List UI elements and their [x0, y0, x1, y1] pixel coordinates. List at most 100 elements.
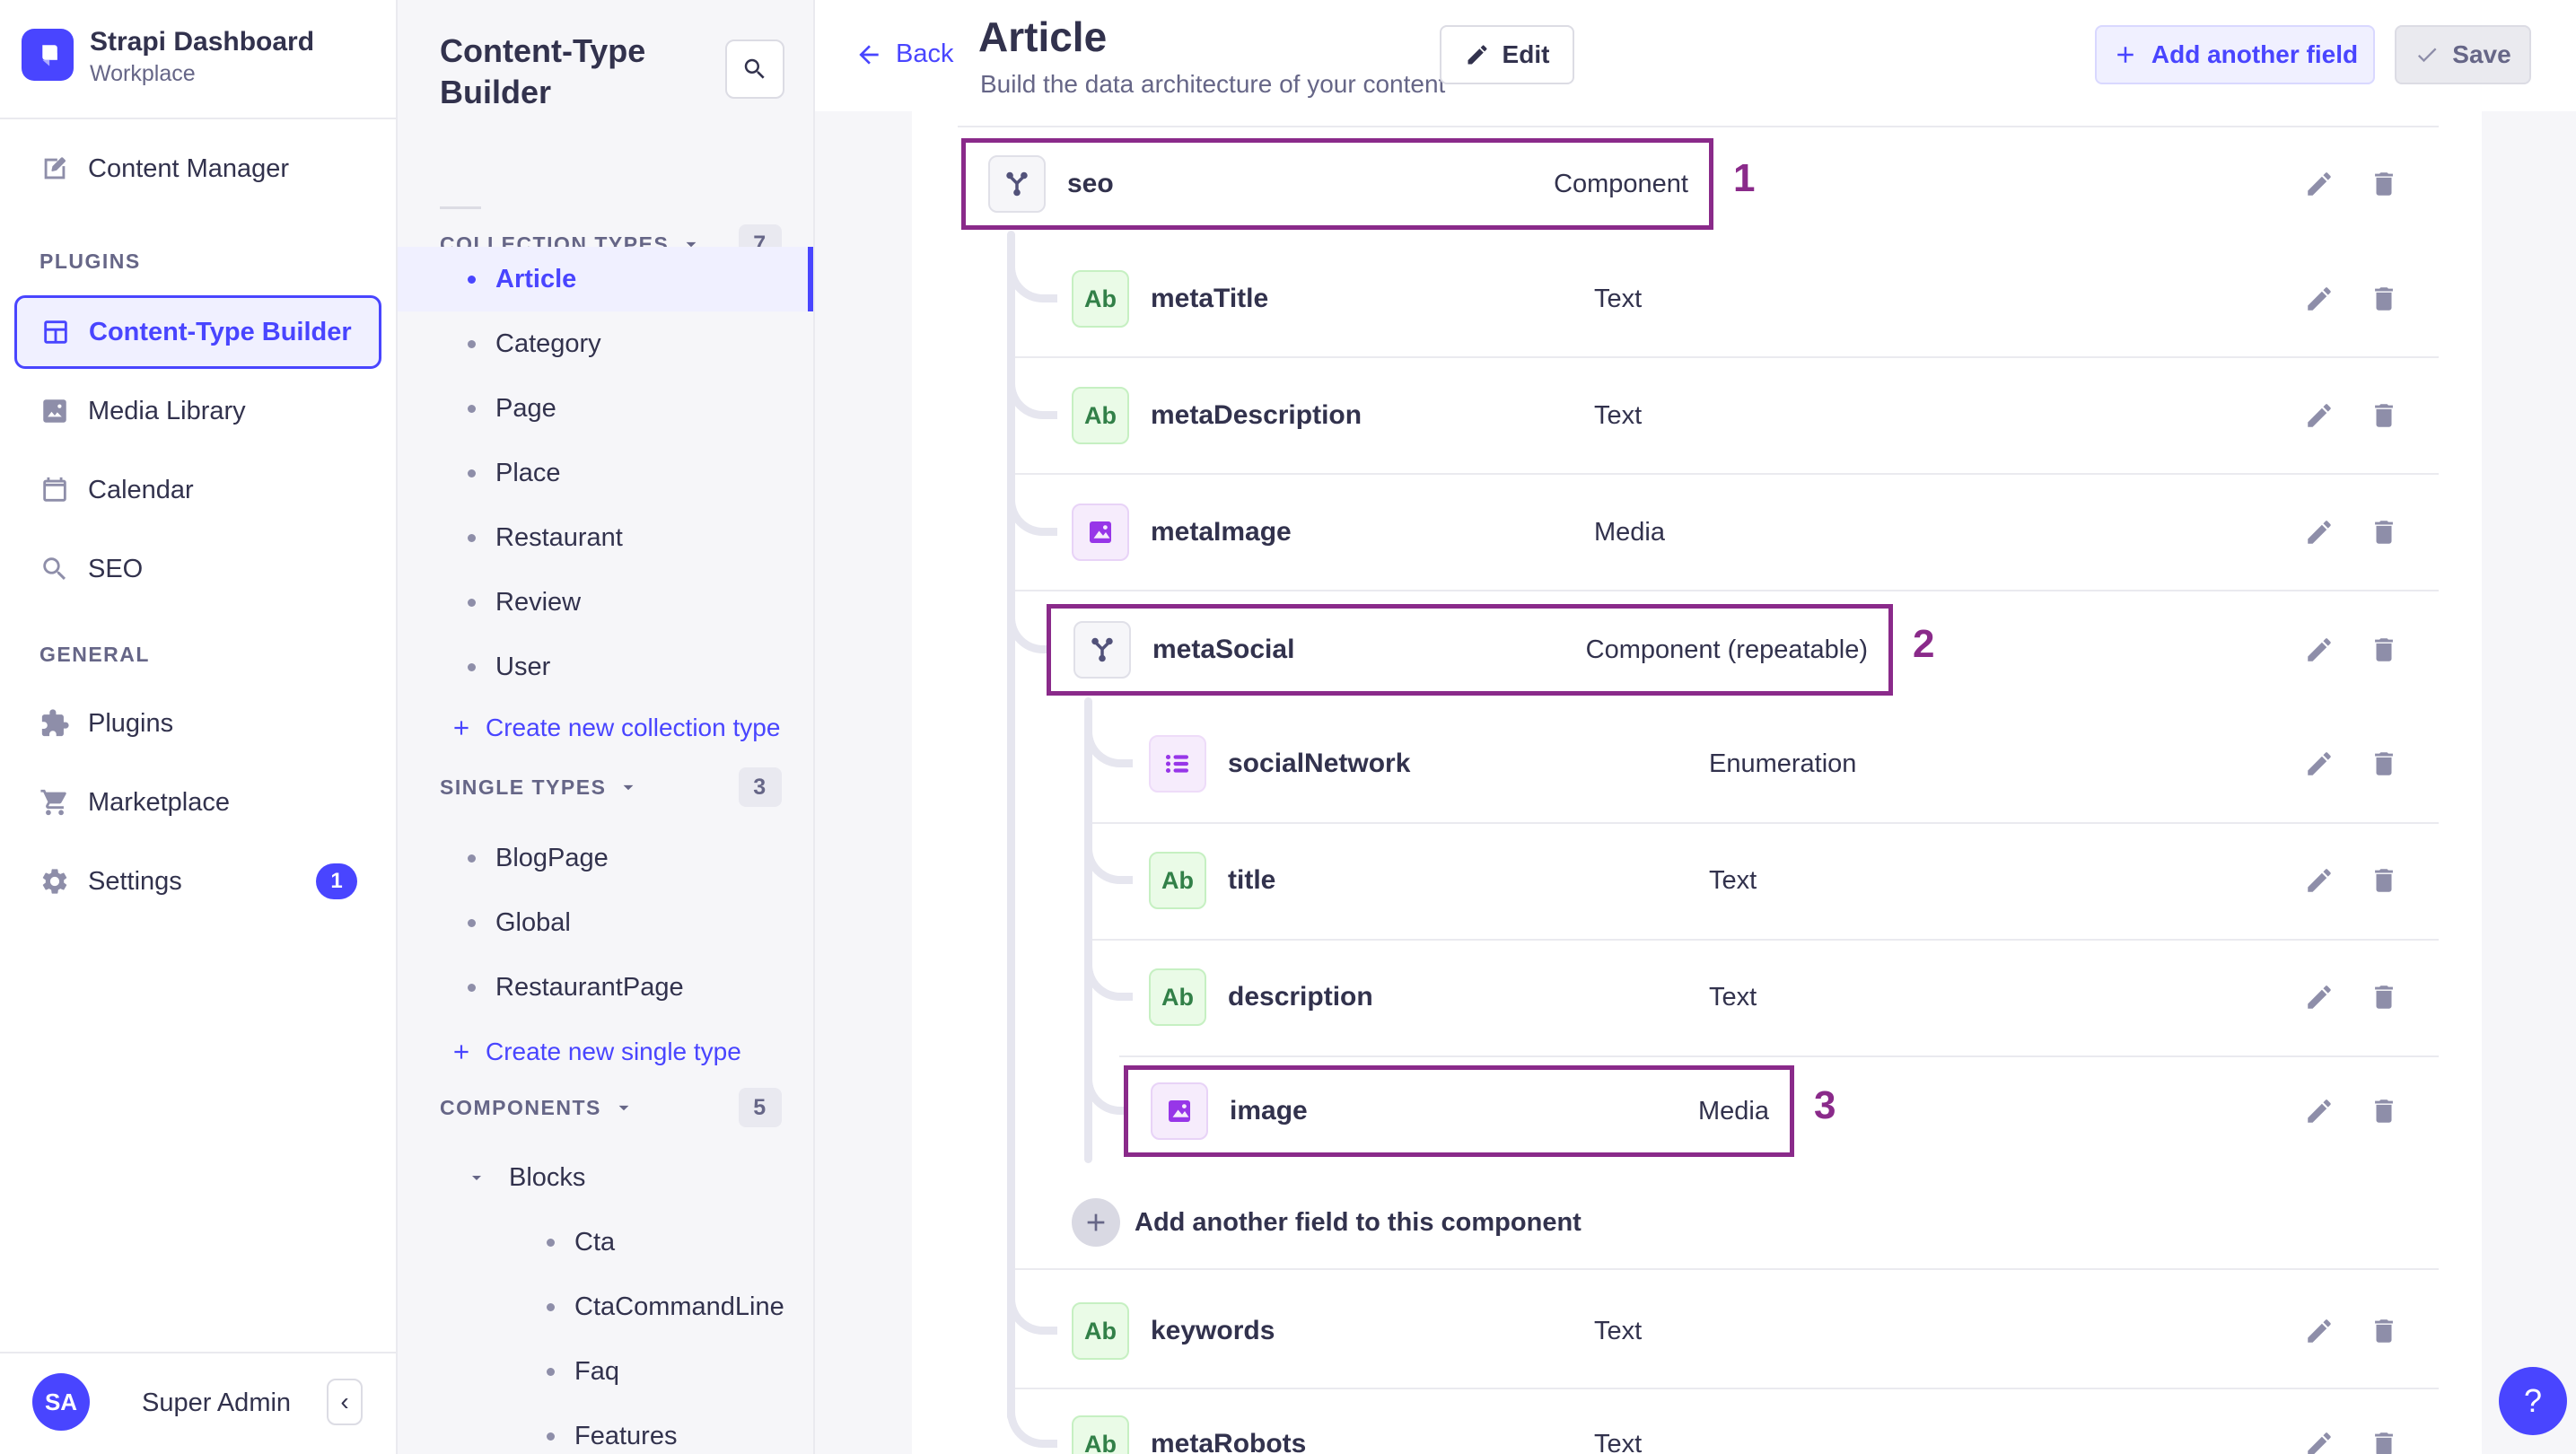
pencil-icon [2304, 635, 2335, 665]
delete-field-button[interactable] [2364, 512, 2404, 552]
list-item-user[interactable]: User [398, 635, 813, 699]
delete-field-button[interactable] [2364, 396, 2404, 435]
sidebar-item-content-type-builder[interactable]: Content-Type Builder [14, 295, 381, 369]
gear-icon [39, 866, 70, 897]
delete-field-button[interactable] [2364, 1091, 2404, 1131]
list-item-restaurantpage[interactable]: RestaurantPage [398, 955, 813, 1020]
list-item-features[interactable]: Features [398, 1404, 813, 1454]
list-item-category[interactable]: Category [398, 311, 813, 376]
pencil-icon [2304, 284, 2335, 314]
field-type: Text [1594, 401, 1643, 430]
sidebar-item-media-library[interactable]: Media Library [0, 372, 396, 451]
edit-field-button[interactable] [2300, 279, 2339, 319]
sidebar-item-label: Plugins [88, 708, 174, 738]
arrow-left-icon [854, 40, 883, 69]
sidebar-item-label: SEO [88, 554, 144, 583]
components-header[interactable]: COMPONENTS 5 [398, 1079, 813, 1136]
field-name: metaImage [1151, 517, 1292, 547]
sidebar-item-calendar[interactable]: Calendar [0, 451, 396, 530]
edit-field-button[interactable] [2300, 744, 2339, 784]
pencil-icon [2304, 169, 2335, 199]
bullet-icon [468, 339, 476, 348]
annotation-number: 3 [1814, 1083, 1836, 1127]
ctb-sidebar: Content-Type Builder COLLECTION TYPES 7 … [398, 0, 815, 1454]
edit-field-button[interactable] [2300, 1424, 2339, 1454]
text-field-badge: Ab [1084, 1317, 1117, 1345]
field-type: Text [1594, 285, 1643, 313]
list-item-cta[interactable]: Cta [398, 1210, 813, 1274]
tree-line [1007, 231, 1015, 1421]
check-icon [2414, 42, 2440, 67]
components-label: COMPONENTS [440, 1095, 601, 1119]
field-name: description [1228, 982, 1373, 1012]
edit-field-button[interactable] [2300, 1091, 2339, 1131]
delete-field-button[interactable] [2364, 744, 2404, 784]
delete-field-button[interactable] [2364, 977, 2404, 1017]
list-item-place[interactable]: Place [398, 441, 813, 505]
divider [1012, 356, 2439, 358]
sidebar-item-settings[interactable]: Settings 1 [0, 842, 396, 921]
components-group-blocks[interactable]: Blocks [398, 1145, 813, 1210]
single-types-header[interactable]: SINGLE TYPES 3 [398, 758, 813, 816]
create-single-type-link[interactable]: Create new single type [398, 1020, 813, 1084]
chevron-down-icon [617, 775, 640, 799]
add-field-to-component-label[interactable]: Add another field to this component [1135, 1204, 1582, 1241]
sidebar-item-marketplace[interactable]: Marketplace [0, 763, 396, 842]
delete-field-button[interactable] [2364, 1311, 2404, 1351]
edit-field-button[interactable] [2300, 396, 2339, 435]
sidebar-item-label: Settings [88, 866, 182, 896]
divider [1012, 1388, 2439, 1389]
delete-field-button[interactable] [2364, 164, 2404, 204]
status-badge: 1 [316, 863, 357, 899]
sidebar-item-plugins[interactable]: Plugins [0, 684, 396, 763]
add-another-field-button[interactable]: Add another field [2095, 25, 2375, 84]
delete-field-button[interactable] [2364, 279, 2404, 319]
edit-button[interactable]: Edit [1440, 25, 1574, 84]
text-field-badge: Ab [1084, 285, 1117, 312]
pencil-icon [2304, 1429, 2335, 1454]
list-item-blogpage[interactable]: BlogPage [398, 826, 813, 890]
divider [1012, 590, 2439, 591]
page-subtitle: Build the data architecture of your cont… [980, 70, 1446, 98]
back-button[interactable]: Back [854, 39, 953, 69]
list-item-global[interactable]: Global [398, 890, 813, 955]
pen-icon [39, 153, 70, 184]
help-button[interactable]: ? [2499, 1367, 2567, 1435]
list-item-article[interactable]: Article [398, 247, 813, 311]
bullet-icon [547, 1367, 555, 1376]
field-type: Text [1594, 1430, 1643, 1454]
delete-field-button[interactable] [2364, 1424, 2404, 1454]
save-button[interactable]: Save [2395, 25, 2531, 84]
nav-plugins: Content-Type Builder Media Library Calenda… [0, 293, 396, 609]
search-button[interactable] [725, 39, 784, 99]
edit-field-button[interactable] [2300, 164, 2339, 204]
puzzle-icon [39, 708, 70, 739]
list-item-review[interactable]: Review [398, 570, 813, 635]
text-icon: Ab [1072, 1302, 1129, 1360]
edit-field-button[interactable] [2300, 977, 2339, 1017]
bullet-icon [547, 1432, 555, 1441]
delete-field-button[interactable] [2364, 630, 2404, 670]
sidebar-item-seo[interactable]: SEO [0, 530, 396, 609]
bullet-icon [547, 1238, 555, 1247]
delete-field-button[interactable] [2364, 861, 2404, 900]
pencil-icon [2304, 749, 2335, 779]
text-field-badge: Ab [1161, 983, 1194, 1011]
list-item-faq[interactable]: Faq [398, 1339, 813, 1404]
sidebar-item-content-manager[interactable]: Content Manager [0, 129, 396, 208]
collapse-sidebar-button[interactable]: ‹ [327, 1379, 363, 1425]
create-collection-type-link[interactable]: Create new collection type [398, 696, 813, 760]
text-field-badge: Ab [1084, 1430, 1117, 1454]
edit-field-button[interactable] [2300, 512, 2339, 552]
edit-field-button[interactable] [2300, 1311, 2339, 1351]
list-item-page[interactable]: Page [398, 376, 813, 441]
add-field-to-component-button[interactable] [1072, 1198, 1120, 1247]
field-type: Text [1594, 1317, 1643, 1345]
edit-field-button[interactable] [2300, 630, 2339, 670]
list-item-ctacommandline[interactable]: CtaCommandLine [398, 1274, 813, 1339]
bullet-icon [468, 854, 476, 863]
avatar[interactable]: SA [32, 1373, 90, 1431]
list-item-restaurant[interactable]: Restaurant [398, 505, 813, 570]
single-types-label: SINGLE TYPES [440, 775, 607, 799]
edit-field-button[interactable] [2300, 861, 2339, 900]
